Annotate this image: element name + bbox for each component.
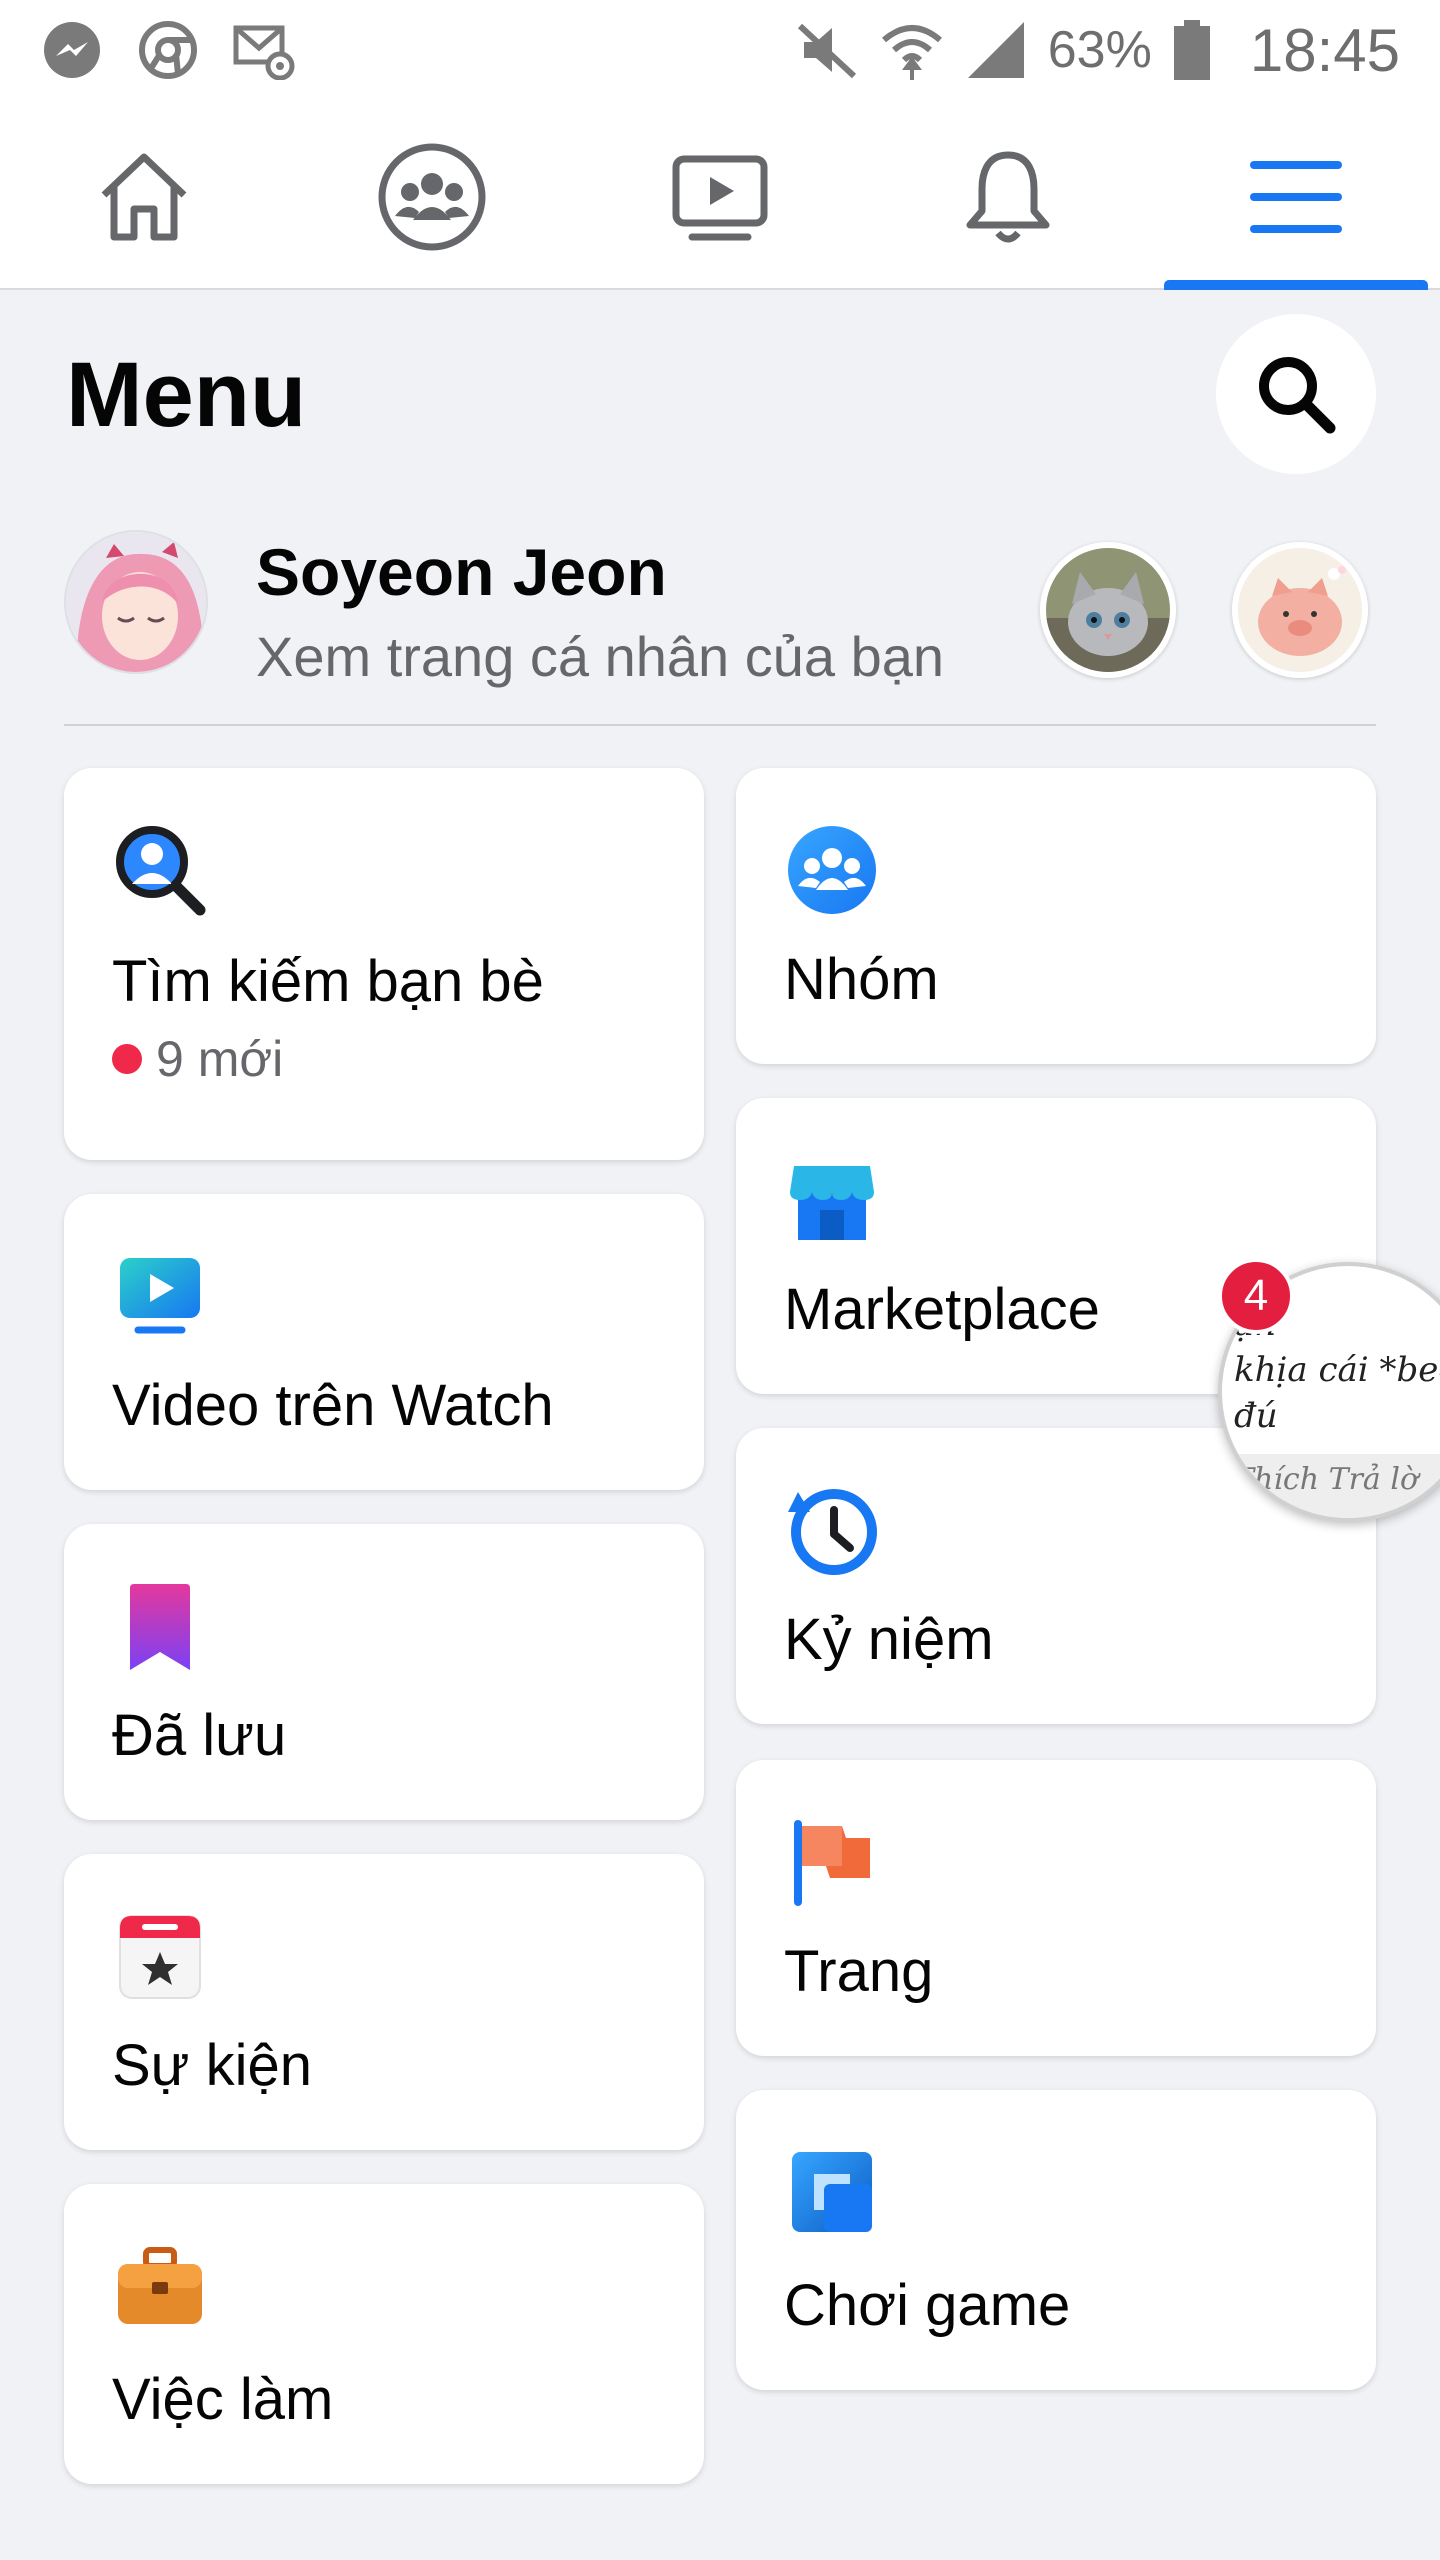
groups-icon: [378, 143, 486, 251]
top-nav-bar: [0, 104, 1440, 290]
shortcut-gaming[interactable]: Chơi game: [736, 2090, 1376, 2390]
groups-icon: [784, 822, 880, 918]
avatar[interactable]: [64, 530, 208, 674]
menu-icon: [1250, 161, 1342, 233]
marketplace-store-icon: [784, 1152, 880, 1248]
shortcut-pages[interactable]: Trang: [736, 1760, 1376, 2056]
shortcut-watch-video[interactable]: Video trên Watch: [64, 1194, 704, 1490]
notifications-icon: [966, 151, 1050, 243]
jobs-briefcase-icon: [112, 2238, 208, 2334]
status-bar: 63% 18:45: [0, 0, 1440, 104]
shortcut-find-friends[interactable]: Tìm kiếm bạn bè 9 mới: [64, 768, 704, 1160]
shortcut-label: Video trên Watch: [112, 1373, 554, 1438]
profile-name[interactable]: Soyeon Jeon: [256, 532, 667, 612]
shortcut-label: Kỷ niệm: [784, 1607, 994, 1672]
battery-percent: 63%: [1047, 21, 1152, 79]
home-tab[interactable]: [0, 104, 288, 290]
mail-at-icon: [232, 18, 296, 82]
find-friends-icon: [112, 822, 208, 918]
chat-preview-line: đú: [1234, 1396, 1278, 1436]
account-avatar-cat[interactable]: [1040, 542, 1176, 678]
shortcut-label: Đã lưu: [112, 1703, 287, 1768]
chat-preview-line: khịa cái *beep: [1234, 1350, 1440, 1390]
shortcut-groups[interactable]: Nhóm: [736, 768, 1376, 1064]
battery-icon: [1172, 18, 1212, 82]
shortcut-label: Việc làm: [112, 2367, 334, 2432]
groups-tab[interactable]: [288, 104, 576, 290]
shortcut-events[interactable]: Sự kiện: [64, 1854, 704, 2150]
search-button[interactable]: [1216, 314, 1376, 474]
saved-bookmark-icon: [112, 1578, 208, 1674]
watch-tab[interactable]: [576, 104, 864, 290]
memories-clock-icon: [784, 1482, 880, 1578]
shortcut-label: Trang: [784, 1939, 934, 2004]
shortcut-jobs[interactable]: Việc làm: [64, 2184, 704, 2484]
new-count-text: 9 mới: [156, 1031, 284, 1087]
chat-preview-actions: Thích Trả lờ: [1234, 1462, 1419, 1497]
shortcut-label: Tìm kiếm bạn bè: [112, 949, 544, 1014]
notifications-tab[interactable]: [864, 104, 1152, 290]
messenger-icon: [40, 18, 104, 82]
chrome-icon: [136, 18, 200, 82]
notification-dot: [112, 1044, 142, 1074]
shortcut-label: Chơi game: [784, 2273, 1071, 2338]
wifi-icon: [880, 18, 944, 82]
account-avatar-pig[interactable]: [1232, 542, 1368, 678]
events-calendar-icon: [112, 1908, 208, 2004]
pages-flag-icon: [784, 1814, 880, 1910]
shortcut-saved[interactable]: Đã lưu: [64, 1524, 704, 1820]
active-tab-indicator: [1164, 280, 1428, 290]
home-icon: [101, 153, 187, 241]
menu-tab[interactable]: [1152, 104, 1440, 290]
page-title: Menu: [66, 344, 307, 446]
clock-time: 18:45: [1249, 16, 1400, 84]
signal-icon: [964, 18, 1028, 82]
shortcut-label: Nhóm: [784, 947, 939, 1012]
profile-divider: [64, 724, 1376, 726]
watch-video-icon: [112, 1248, 208, 1344]
gaming-icon: [784, 2144, 880, 2240]
search-icon: [1259, 357, 1336, 434]
profile-subtitle[interactable]: Xem trang cá nhân của bạn: [256, 622, 944, 692]
mute-icon: [796, 18, 860, 82]
chat-unread-badge: 4: [1218, 1258, 1294, 1334]
profile-row[interactable]: Soyeon Jeon Xem trang cá nhân của bạn: [64, 526, 1376, 726]
shortcut-label: Sự kiện: [112, 2033, 313, 2098]
shortcut-label: Marketplace: [784, 1277, 1100, 1342]
new-count: 9 mới: [112, 1030, 283, 1088]
watch-icon: [672, 155, 768, 241]
